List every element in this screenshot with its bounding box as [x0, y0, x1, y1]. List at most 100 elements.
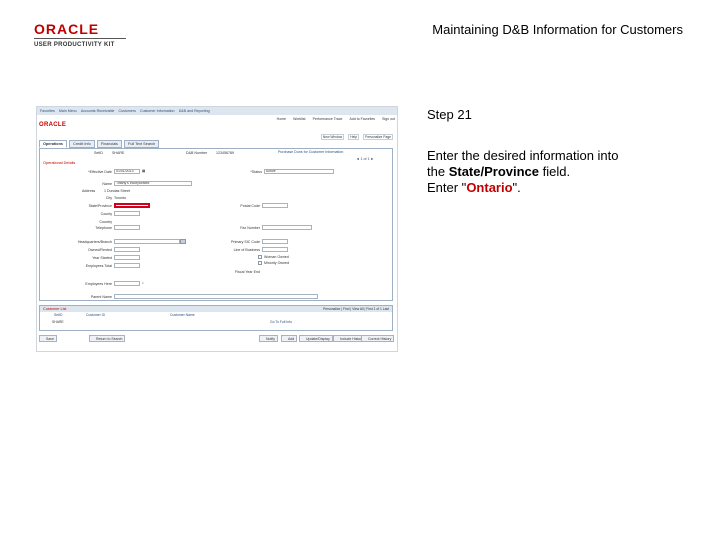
grid-col-customer-id: Customer ID — [86, 313, 106, 317]
tab-financials[interactable]: Financials — [96, 140, 122, 148]
correct-history-button[interactable]: Correct History — [361, 335, 395, 342]
logo-subtitle: USER PRODUCTIVITY KIT — [34, 42, 115, 48]
name-field[interactable]: Tiffany's Incorporated — [114, 181, 192, 186]
application-screenshot: Favorites Main Menu Accounts Receivable … — [36, 106, 398, 352]
state-province-label: State/Province — [88, 204, 112, 208]
breadcrumb-item[interactable]: Customers — [119, 109, 136, 113]
fax-number-label: Fax Number — [240, 226, 260, 230]
country-label: Country — [99, 220, 112, 224]
save-button[interactable]: Save — [39, 335, 57, 342]
grid-col-setid: SetID — [54, 313, 63, 317]
woman-owned-label: Woman Owned — [264, 255, 289, 259]
breadcrumb-item[interactable]: Main Menu — [59, 109, 77, 113]
nav-favorites-link[interactable]: Add to Favorites — [350, 117, 375, 121]
add-button[interactable]: Add — [281, 335, 298, 342]
notify-button[interactable]: Notify — [259, 335, 278, 342]
new-window-link[interactable]: New Window — [320, 134, 345, 140]
line-of-business-field[interactable] — [262, 247, 288, 252]
field-name: State/Province — [448, 164, 540, 179]
telephone-label: Telephone — [95, 226, 112, 230]
status-select[interactable]: Active — [264, 169, 334, 174]
nav-worklist-link[interactable]: Worklist — [293, 117, 305, 121]
dnb-value: 123456789 — [216, 151, 234, 155]
city-value: Toronto — [114, 196, 126, 200]
year-started-field[interactable] — [114, 255, 140, 260]
return-to-search-button[interactable]: Return to Search — [89, 335, 126, 342]
effective-date-field[interactable]: 01/01/2013 — [114, 169, 140, 174]
bottom-toolbar: Save Return to Search Notify Add Update/… — [37, 335, 397, 345]
headquarters-branch-select[interactable] — [114, 239, 180, 244]
grid-title: Customer List — [43, 307, 67, 311]
breadcrumb-item[interactable]: Customer Information — [140, 109, 175, 113]
postal-code-field[interactable] — [262, 203, 288, 208]
calendar-icon[interactable]: ▦ — [142, 169, 145, 173]
primary-sic-label: Primary SIC Code — [231, 240, 260, 244]
woman-owned-checkbox[interactable] — [258, 255, 262, 259]
tab-full-text-search[interactable]: Full Text Search — [124, 140, 160, 148]
county-label: County — [100, 212, 112, 216]
grid-col-customer-name: Customer Name — [170, 313, 195, 317]
value-to-enter: Ontario — [466, 180, 513, 195]
status-label: *Status — [250, 170, 262, 174]
logo-rule — [34, 38, 126, 39]
employees-here-field[interactable] — [114, 281, 140, 286]
setid-value: SHARE — [112, 151, 125, 155]
nav-home-link[interactable]: Home — [277, 117, 286, 121]
grid-columns: SetID Customer ID Customer Name — [40, 313, 392, 319]
minority-owned-label: Minority Owned — [264, 261, 289, 265]
dropdown-button[interactable] — [180, 239, 186, 244]
state-province-field[interactable] — [114, 203, 150, 208]
employees-total-label: Employees Total — [85, 264, 112, 268]
search-icon[interactable]: ⌕ — [142, 281, 144, 285]
year-started-label: Year Started — [92, 256, 112, 260]
customer-list-grid: Customer List Personalize | Find | View … — [39, 305, 393, 331]
minority-owned-checkbox[interactable] — [258, 261, 262, 265]
grid-header: Customer List Personalize | Find | View … — [40, 306, 392, 312]
breadcrumb-bar: Favorites Main Menu Accounts Receivable … — [37, 107, 397, 115]
nav-trace-link[interactable]: Performance Trace — [313, 117, 343, 121]
city-label: City — [105, 196, 112, 200]
instruction-text-part: Enter " — [427, 180, 467, 195]
nav-signout-link[interactable]: Sign out — [382, 117, 395, 121]
owned-rented-field[interactable] — [114, 247, 140, 252]
instruction-text: Enter the desired information into the S… — [427, 148, 687, 196]
setid-label: SetID — [94, 151, 103, 155]
row-nav: ◄ 1 of 1 ► — [356, 157, 375, 161]
grid-controls[interactable]: Personalize | Find | View All | First 1 … — [323, 307, 389, 311]
employees-total-field[interactable] — [114, 263, 140, 268]
line-of-business-label: Line of Business — [233, 248, 260, 252]
fax-number-field[interactable] — [262, 225, 312, 230]
telephone-field[interactable] — [114, 225, 140, 230]
postal-code-label: Postal Code — [240, 204, 260, 208]
instruction-line-3: Enter "Ontario". — [427, 180, 687, 196]
breadcrumb-item[interactable]: Accounts Receivable — [81, 109, 115, 113]
row-setid: SHARE — [52, 320, 64, 324]
breadcrumb-item[interactable]: D&B and Reporting — [179, 109, 210, 113]
dnb-label: D&B Number — [186, 151, 208, 155]
headquarters-branch-label: Headquarters/Branch — [77, 240, 112, 244]
address-label: Address — [82, 189, 96, 193]
panel-title: Operational Details — [43, 161, 76, 165]
breadcrumb-item[interactable]: Favorites — [40, 109, 55, 113]
oracle-upk-logo: ORACLE USER PRODUCTIVITY KIT — [34, 22, 126, 49]
address-value: 1 Dundas Street — [104, 189, 130, 193]
update-display-button[interactable]: Update/Display — [299, 335, 333, 342]
step-label: Step 21 — [427, 107, 472, 122]
personalize-page-link[interactable]: Personalize Page — [363, 134, 393, 140]
help-link[interactable]: Help — [348, 134, 360, 140]
go-to-full-info-link[interactable]: Go To Full Info — [270, 320, 292, 324]
purchase-duns-link[interactable]: Purchase Duns for Customer Information — [278, 150, 343, 154]
instruction-line-2: the State/Province field. — [427, 164, 687, 180]
logo-word: ORACLE — [34, 21, 100, 37]
table-row: SHARE Go To Full Info — [40, 320, 392, 327]
instruction-text-part: field. — [539, 164, 571, 179]
parent-name-label: Parent Name — [90, 295, 112, 299]
tab-credit-info[interactable]: Credit Info — [69, 140, 95, 148]
parent-name-field[interactable] — [114, 294, 318, 299]
primary-sic-field[interactable] — [262, 239, 288, 244]
page-title: Maintaining D&B Information for Customer… — [432, 22, 683, 37]
operations-panel: SetID SHARE D&B Number 123456789 Purchas… — [39, 148, 393, 301]
tab-operations[interactable]: Operations — [39, 140, 68, 148]
county-field[interactable] — [114, 211, 140, 216]
employees-here-label: Employees Here — [85, 282, 112, 286]
